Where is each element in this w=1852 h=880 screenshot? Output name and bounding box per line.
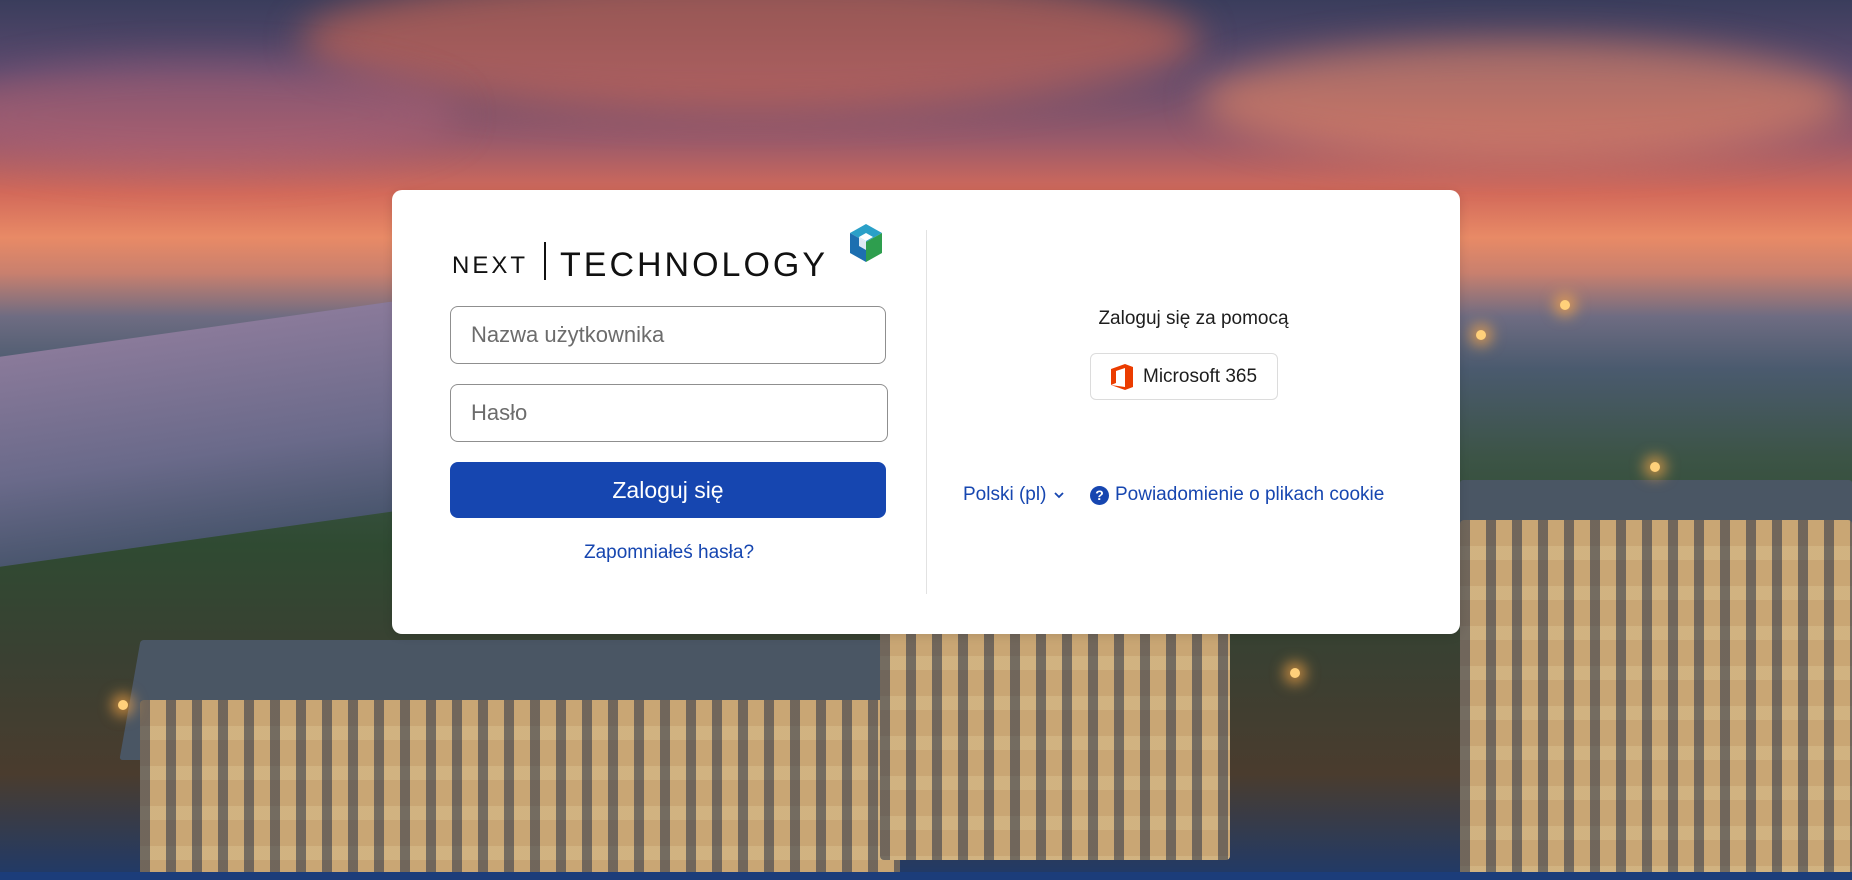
office-icon: [1111, 363, 1133, 390]
login-card: NEXT TECHNOLOGY Zaloguj się Zapomniałeś …: [392, 190, 1460, 634]
login-form-section: NEXT TECHNOLOGY Zaloguj się Zapomniałeś …: [450, 224, 888, 564]
building: [880, 630, 1230, 860]
street-light: [1650, 462, 1660, 472]
forgot-password-link[interactable]: Zapomniałeś hasła?: [450, 542, 888, 564]
river: [0, 297, 420, 573]
cookie-notice-link[interactable]: ? Powiadomienie o plikach cookie: [1090, 484, 1384, 506]
password-input[interactable]: [450, 384, 888, 442]
logo-text-next: NEXT: [452, 252, 529, 279]
logo-separator: [544, 242, 546, 280]
sso-section: Zaloguj się za pomocą Microsoft 365 Pols…: [927, 190, 1460, 634]
login-button[interactable]: Zaloguj się: [450, 462, 886, 518]
building: [140, 700, 900, 880]
language-selector[interactable]: Polski (pl): [963, 484, 1066, 506]
cloud: [1200, 40, 1850, 160]
microsoft-365-button[interactable]: Microsoft 365: [1090, 353, 1278, 400]
street-light: [1290, 668, 1300, 678]
street-light: [1476, 330, 1486, 340]
bottom-bar: [0, 872, 1852, 880]
street-light: [1560, 300, 1570, 310]
cookie-notice-label: Powiadomienie o plikach cookie: [1115, 484, 1385, 505]
microsoft-365-label: Microsoft 365: [1143, 365, 1258, 387]
question-circle-icon: ?: [1090, 485, 1109, 505]
sso-heading: Zaloguj się za pomocą: [1098, 308, 1289, 329]
building: [1460, 520, 1852, 880]
logo-text-technology: TECHNOLOGY: [560, 246, 829, 284]
username-input[interactable]: [450, 306, 886, 364]
language-label: Polski (pl): [963, 484, 1047, 505]
brand-logo: NEXT TECHNOLOGY: [452, 224, 888, 284]
cube-logo-icon: [850, 224, 882, 262]
chevron-down-icon: [1054, 492, 1065, 499]
street-light: [118, 700, 128, 710]
